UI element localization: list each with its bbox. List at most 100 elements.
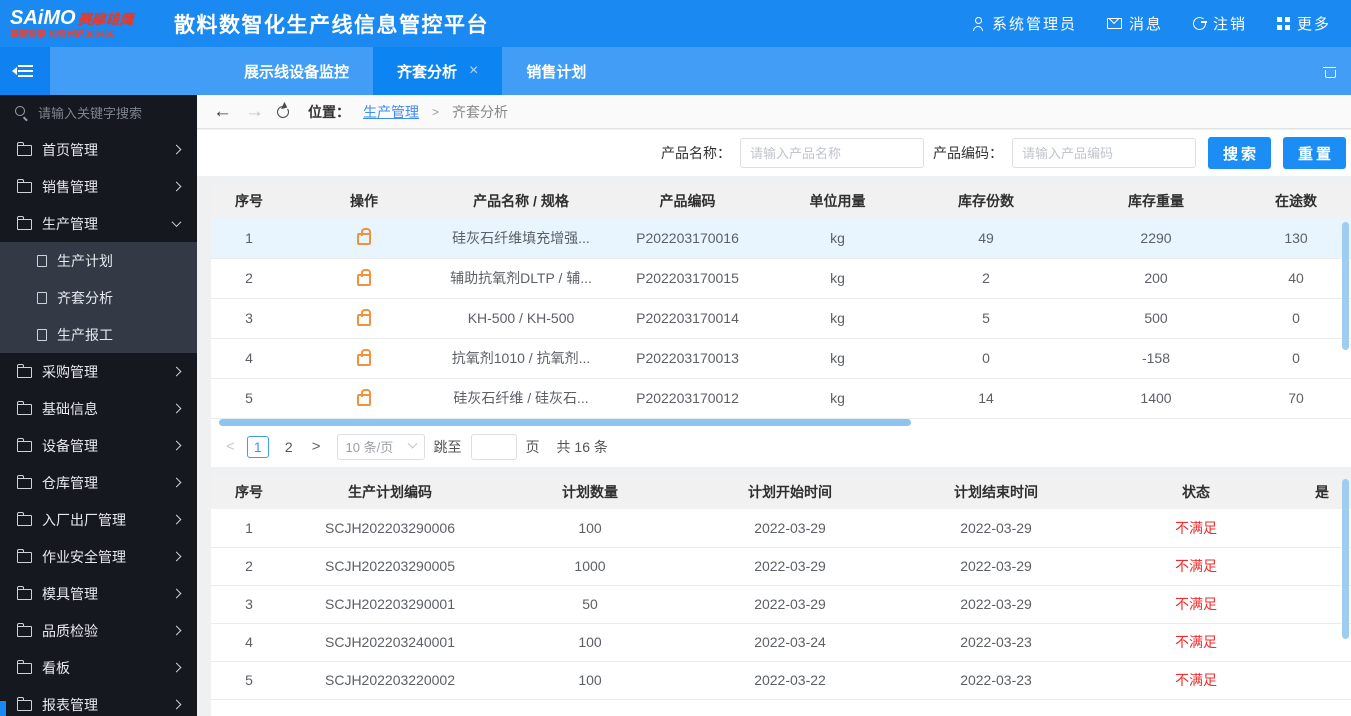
table-cell: KH-500 / KH-500 [441,298,601,339]
sidebar-item-label: 模具管理 [42,585,98,602]
grid-icon [1276,17,1290,30]
tab-close-icon[interactable]: × [469,62,478,80]
sidebar-item[interactable]: 入厂出厂管理 [0,501,197,538]
sidebar-subitem[interactable]: 齐套分析 [0,279,197,316]
search-button[interactable]: 搜索 [1208,137,1271,169]
sidebar-item[interactable]: 销售管理 [0,168,197,205]
table-row[interactable]: 3 KH-500 / KH-500 P202203170014 kg 5 500 0 [211,298,1351,339]
operation-bag-icon[interactable] [357,308,371,326]
table-cell: -158 [1071,338,1241,379]
sidebar-subitem[interactable]: 生产计划 [0,242,197,279]
table-row[interactable]: 4 抗氧剂1010 / 抗氧剂... P202203170013 kg 0 -158 0 [211,338,1351,379]
table-row[interactable]: 3 SCJH202203290001 50 2022-03-29 2022-03-29 不… [211,585,1351,624]
sidebar-item[interactable]: 看板 [0,649,197,686]
table-cell: 2022-03-23 [893,623,1099,662]
tab-bar: 展示线设备监控 齐套分析 × 销售计划 [0,47,1351,95]
column-header: 计划开始时间 [687,475,893,509]
table-cell: 100 [493,623,687,662]
table-cell: 5 [211,661,287,700]
reset-button[interactable]: 重置 [1283,137,1346,169]
pagination-page-button[interactable]: 1 [246,435,269,458]
messages-button[interactable]: 消息 [1106,13,1163,34]
back-icon[interactable]: ← [213,102,232,121]
table-cell: 0 [1241,298,1351,339]
product-code-input[interactable] [1012,138,1196,168]
sidebar-collapse-button[interactable] [0,47,50,95]
table-row[interactable]: 2 SCJH202203290005 1000 2022-03-29 2022-03-2… [211,547,1351,586]
sidebar-item[interactable]: 模具管理 [0,575,197,612]
table-row[interactable]: 1 硅灰石纤维填充增强... P202203170016 kg 49 2290 130 [211,218,1351,259]
table-cell: 2022-03-23 [893,661,1099,700]
plans-vertical-scrollbar[interactable] [1342,479,1349,639]
column-header: 库存重量 [1071,184,1241,218]
mail-icon [1106,18,1122,29]
table-cell: 130 [1241,218,1351,259]
product-name-label: 产品名称： [661,145,731,161]
sidebar-search [0,95,197,131]
pagination-page-button[interactable]: 2 [278,436,300,458]
operation-bag-icon[interactable] [357,388,371,406]
pagination-prev-button[interactable]: < [223,438,238,455]
sidebar-item[interactable]: 生产管理 [0,205,197,242]
page-size-select[interactable]: 10 条/页 [336,433,425,460]
table-cell: kg [774,218,901,259]
chevron-right-icon [171,662,182,673]
sidebar-item[interactable]: 报表管理 [0,686,197,716]
sidebar-item[interactable]: 首页管理 [0,131,197,168]
tab-item[interactable]: 展示线设备监控 [220,47,373,95]
folder-icon [16,586,32,600]
sidebar-item[interactable]: 设备管理 [0,427,197,464]
user-menu[interactable]: 系统管理员 [971,13,1077,34]
table-row[interactable]: 5 硅灰石纤维 / 硅灰石... P202203170012 kg 14 1400 70 [211,378,1351,419]
chevron-right-icon [171,699,182,710]
table-row[interactable]: 2 辅助抗氧剂DLTP / 辅... P202203170015 kg 2 200 40 [211,258,1351,299]
table-cell [1293,661,1351,700]
table-row[interactable]: 4 SCJH202203240001 100 2022-03-24 2022-03-23… [211,623,1351,662]
forward-icon[interactable]: → [245,102,264,121]
chevron-down-icon [407,438,417,449]
table-cell: 硅灰石纤维填充增强... [441,218,601,259]
operation-bag-icon[interactable] [357,348,371,366]
jump-label: 跳至 [433,438,462,455]
sidebar-item[interactable]: 采购管理 [0,353,197,390]
tab-item[interactable]: 齐套分析 × [373,47,503,95]
table-cell: SCJH202203290001 [287,585,493,624]
sidebar-search-input[interactable] [38,105,178,121]
sidebar-subitem[interactable]: 生产报工 [0,316,197,353]
product-code-label: 产品编码： [933,145,1003,161]
chevron-right-icon [171,588,182,599]
pagination-next-button[interactable]: > [309,438,324,455]
chevron-right-icon [171,477,182,488]
header-actions: 系统管理员 消息 注销 更多 [971,13,1331,34]
product-name-input[interactable] [740,138,924,168]
horizontal-scrollbar[interactable] [219,419,911,426]
sidebar-scrollbar[interactable] [0,701,6,716]
sidebar-item[interactable]: 品质检验 [0,612,197,649]
table-cell: 2022-03-22 [687,661,893,700]
operation-bag-icon[interactable] [357,228,371,246]
total-count-label: 共 16 条 [556,438,608,455]
brand-logo-en: SAiMO [10,6,76,29]
breadcrumb-parent-link[interactable]: 生产管理 [363,102,419,122]
sidebar-item[interactable]: 仓库管理 [0,464,197,501]
table-cell: 2 [211,258,287,299]
folder-icon [16,549,32,563]
table-row[interactable]: 1 SCJH202203290006 100 2022-03-29 2022-03-29… [211,509,1351,548]
logout-button[interactable]: 注销 [1192,13,1247,34]
refresh-icon[interactable] [277,103,289,118]
sidebar-item-label: 仓库管理 [42,474,98,491]
close-tabs-button[interactable] [1318,47,1341,95]
brand-logo-subtitle: 赛摩智能 股票代码300466 [10,28,115,39]
folder-icon [16,475,32,489]
operation-bag-icon[interactable] [357,268,371,286]
table-cell: SCJH202203220002 [287,661,493,700]
sidebar-item[interactable]: 作业安全管理 [0,538,197,575]
tab-item[interactable]: 销售计划 [502,47,610,95]
table-row[interactable]: 5 SCJH202203220002 100 2022-03-22 2022-03-23… [211,661,1351,700]
sidebar-item[interactable]: 基础信息 [0,390,197,427]
table-cell: kg [774,378,901,419]
status-badge: 不满足 [1175,634,1217,650]
products-vertical-scrollbar[interactable] [1342,222,1349,350]
jump-page-input[interactable] [470,433,517,460]
more-menu-button[interactable]: 更多 [1276,13,1331,34]
